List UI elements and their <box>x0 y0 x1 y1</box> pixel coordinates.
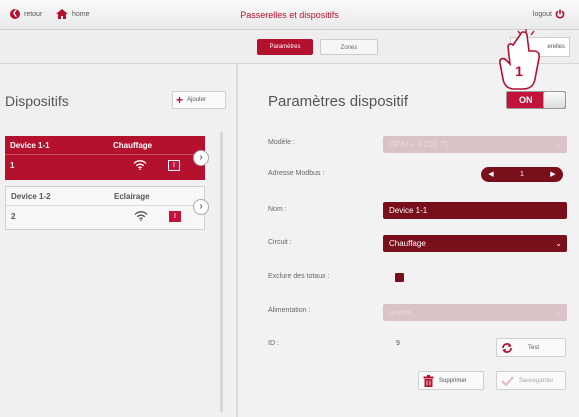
nom-input[interactable]: Device 1-1 <box>383 202 567 219</box>
chevron-down-icon: ⌄ <box>555 308 562 317</box>
increment-icon[interactable]: ▶ <box>546 167 560 182</box>
device-type: Chauffage <box>113 141 153 150</box>
chevron-down-icon: ⌄ <box>555 140 562 149</box>
tab-parametres[interactable]: Paramètres <box>257 39 313 55</box>
test-button[interactable]: Test <box>496 338 566 357</box>
device-card[interactable]: Device 1-1 Chauffage 1 I <box>5 136 205 180</box>
logout-button[interactable]: logout <box>533 9 565 19</box>
device-status-badge: I <box>169 211 181 222</box>
circuit-select[interactable]: Chauffage ⌄ <box>383 235 567 252</box>
add-device-label: Ajouter <box>187 97 207 103</box>
id-label: ID : <box>268 340 279 347</box>
refresh-icon <box>502 342 512 353</box>
chevron-down-icon: ⌄ <box>555 239 562 248</box>
exclure-checkbox[interactable] <box>395 273 404 282</box>
devices-panel: Dispositifs + Ajouter Device 1-1 Chauffa… <box>0 64 236 417</box>
device-name: Device 1-2 <box>11 192 51 201</box>
wifi-icon <box>134 211 148 221</box>
device-card[interactable]: Device 1-2 Eclairage 2 I <box>5 186 206 230</box>
modbus-stepper[interactable]: 1 ◀ ▶ <box>481 167 563 182</box>
scrollbar-track[interactable] <box>220 132 223 412</box>
circuit-label: Circuit : <box>268 239 292 246</box>
exclure-label: Exclure des totaux : <box>268 273 330 280</box>
devices-title: Dispositifs <box>5 93 69 109</box>
device-settings-panel: Paramètres dispositif ON Modèle : DPX³ +… <box>238 64 579 417</box>
modele-value: DPX³ + 4 210 75 <box>389 140 449 149</box>
modbus-label: Adresse Modbus : <box>268 170 325 177</box>
delete-label: Supprimer <box>439 377 467 384</box>
nom-label: Nom : <box>268 206 287 213</box>
device-status-badge: I <box>168 160 180 171</box>
save-button[interactable]: Sauvegarder <box>496 371 566 390</box>
trash-icon <box>423 374 434 387</box>
logout-label: logout <box>532 10 552 18</box>
modele-label: Modèle : <box>268 139 295 146</box>
delete-button[interactable]: Supprimer <box>418 371 484 390</box>
power-icon <box>555 9 565 19</box>
page-title: Passerelles et dispositifs <box>240 10 339 20</box>
decrement-icon[interactable]: ◀ <box>484 167 498 182</box>
device-divider <box>6 205 206 206</box>
test-label: Test <box>528 344 540 351</box>
modele-select[interactable]: DPX³ + 4 210 75 ⌄ <box>383 136 567 153</box>
device-type: Eclairage <box>114 192 150 201</box>
settings-title: Paramètres dispositif <box>268 93 409 110</box>
add-device-button[interactable]: + Ajouter <box>172 91 226 109</box>
device-name: Device 1-1 <box>10 141 50 150</box>
tab-zones[interactable]: Zones <box>320 39 378 55</box>
id-value: 9 <box>396 340 400 347</box>
alimentation-value: amont <box>389 308 412 317</box>
alimentation-label: Alimentation : <box>268 307 311 314</box>
device-id: 2 <box>11 212 16 221</box>
checkmark-icon <box>501 375 514 386</box>
device-id: 1 <box>10 161 15 170</box>
chevron-right-icon[interactable]: › <box>193 199 209 215</box>
wifi-icon <box>133 160 147 170</box>
device-divider <box>5 154 205 155</box>
alimentation-select[interactable]: amont ⌄ <box>383 304 567 321</box>
circuit-value: Chauffage <box>389 239 426 248</box>
plus-icon: + <box>176 93 184 107</box>
chevron-right-icon[interactable]: › <box>193 150 209 166</box>
top-bar: ❮ retour home Passerelles et dispositifs… <box>0 0 579 30</box>
tutorial-pointer-icon: 1 <box>499 29 541 90</box>
pointer-number: 1 <box>515 63 523 79</box>
save-label: Sauvegarder <box>519 377 554 384</box>
